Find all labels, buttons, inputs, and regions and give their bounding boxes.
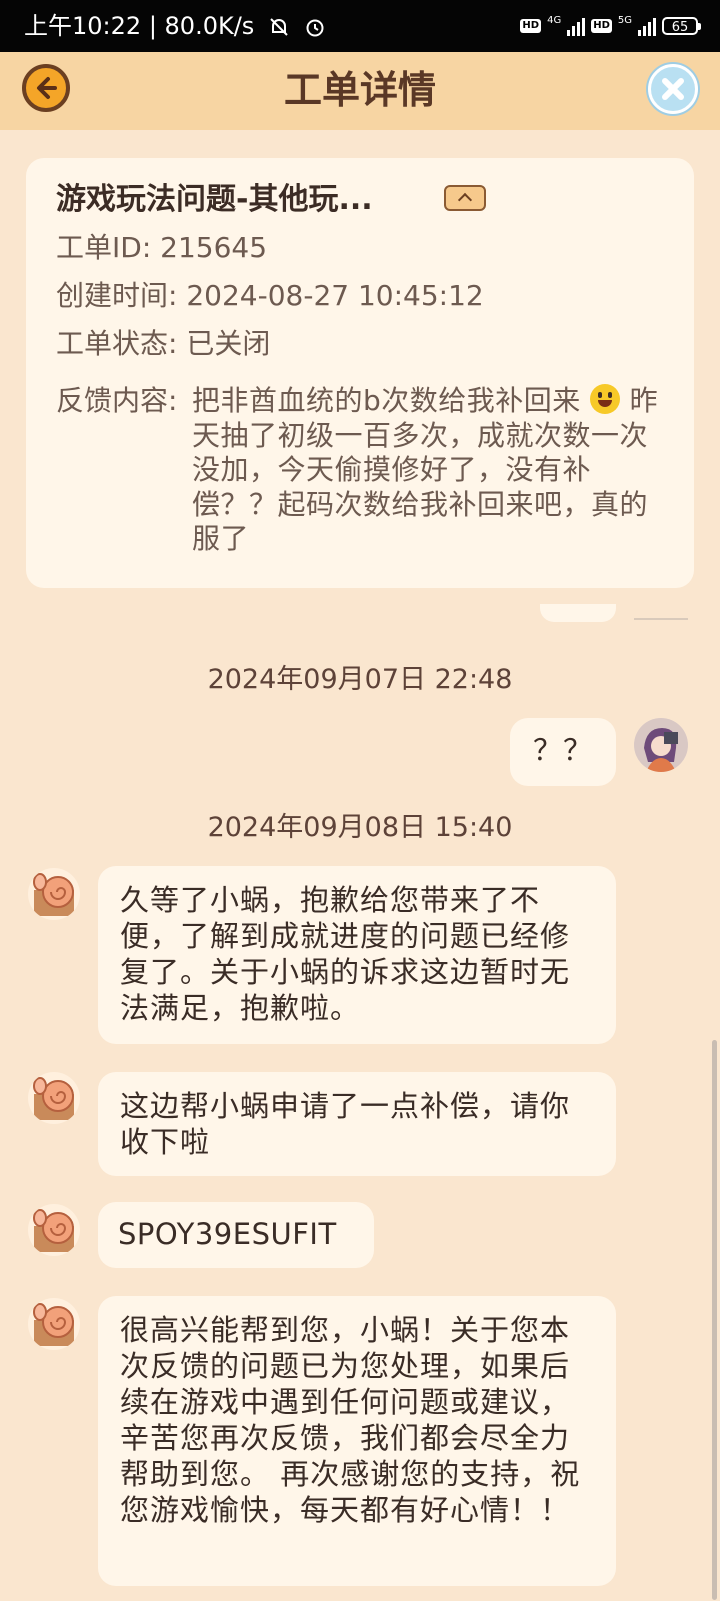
signal-icon-2 (638, 16, 656, 36)
ticket-id-row: 工单ID: 215645 (56, 231, 267, 265)
hd-badge: HD (520, 19, 542, 33)
support-avatar[interactable] (28, 1072, 80, 1124)
close-x-icon (662, 78, 684, 100)
support-avatar[interactable] (28, 868, 80, 920)
redeem-code-bubble[interactable]: SPOY39ESUFIT (98, 1202, 374, 1268)
support-message-text: 很高兴能帮到您，小蜗！关于您本次反馈的问题已为您处理，如果后续在游戏中遇到任何问… (120, 1313, 581, 1527)
support-avatar[interactable] (28, 1204, 80, 1256)
support-message-bubble[interactable]: 久等了小蜗，抱歉给您带来了不便，了解到成就进度的问题已经修复了。关于小蜗的诉求这… (98, 866, 616, 1044)
ticket-card: 游戏玩法问题-其他玩... 工单ID: 215645 创建时间: 2024-08… (26, 158, 694, 588)
status-time: 上午10:22 (24, 12, 142, 40)
support-message-text: 久等了小蜗，抱歉给您带来了不便，了解到成就进度的问题已经修复了。关于小蜗的诉求这… (120, 883, 571, 1025)
ticket-title: 游戏玩法问题-其他玩... (56, 182, 373, 217)
ticket-feedback-label: 反馈内容: (56, 384, 178, 417)
user-avatar-icon (634, 718, 688, 772)
support-message-text: 这边帮小蜗申请了一点补偿，请你收下啦 (120, 1089, 571, 1159)
battery-icon: 65 (662, 17, 701, 35)
status-bar: 上午10:22 | 80.0K/s HD 4G HD 5G 65 (0, 0, 720, 52)
alarm-icon (306, 19, 324, 37)
chat-timestamp: 2024年09月07日 22:48 (207, 664, 513, 695)
collapse-button[interactable] (444, 185, 486, 211)
status-right: HD 4G HD 5G 65 (520, 14, 701, 38)
ticket-created-label: 创建时间: (56, 279, 178, 312)
page-title: 工单详情 (283, 68, 436, 112)
ticket-status-label: 工单状态: (56, 327, 178, 360)
snail-avatar-icon (33, 873, 74, 916)
redeem-code-text[interactable]: SPOY39ESUFIT (118, 1217, 337, 1251)
bell-muted-icon (270, 18, 288, 36)
battery-level: 65 (671, 20, 689, 35)
snail-avatar-icon (33, 1303, 74, 1346)
support-message-bubble[interactable]: 很高兴能帮到您，小蜗！关于您本次反馈的问题已为您处理，如果后续在游戏中遇到任何问… (98, 1296, 616, 1586)
ticket-id-label: 工单ID: (56, 231, 152, 264)
ticket-status-value: 已关闭 (186, 327, 271, 360)
ticket-created-value: 2024-08-27 10:45:12 (186, 279, 484, 312)
snail-avatar-icon (33, 1077, 74, 1120)
ticket-created-row: 创建时间: 2024-08-27 10:45:12 (56, 279, 484, 313)
net-speed: 80.0K/s (164, 12, 255, 40)
support-message-bubble[interactable]: 这边帮小蜗申请了一点补偿，请你收下啦 (98, 1072, 616, 1176)
ticket-feedback-content: 把非酋血统的b次数给我补回来 昨天抽了初级一百多次，成就次数一次没加，今天偷摸修… (192, 384, 664, 557)
scrollbar[interactable] (712, 1040, 717, 1600)
close-button[interactable] (648, 64, 698, 114)
smiley-emoji-icon (590, 384, 621, 414)
status-left: 上午10:22 | 80.0K/s (24, 12, 326, 40)
previous-message-edge (634, 618, 688, 620)
user-avatar[interactable] (634, 718, 688, 772)
user-message-bubble[interactable]: ？？ (510, 718, 616, 786)
support-avatar[interactable] (28, 1298, 80, 1350)
ticket-status-row: 工单状态: 已关闭 (56, 327, 270, 361)
previous-message-bubble (540, 604, 616, 622)
feedback-text-1: 把非酋血统的b次数给我补回来 (192, 384, 581, 417)
header-bar: 工单详情 (0, 52, 720, 130)
network-type-4g: 4G (547, 15, 562, 26)
snail-avatar-icon (33, 1209, 74, 1252)
signal-icon (567, 16, 586, 36)
hd-badge-2: HD (591, 19, 612, 33)
chat-timestamp: 2024年09月08日 15:40 (207, 812, 513, 843)
user-message-text: ？？ (532, 733, 593, 767)
network-type-5g: 5G (617, 15, 632, 26)
ticket-id-value: 215645 (160, 231, 268, 264)
